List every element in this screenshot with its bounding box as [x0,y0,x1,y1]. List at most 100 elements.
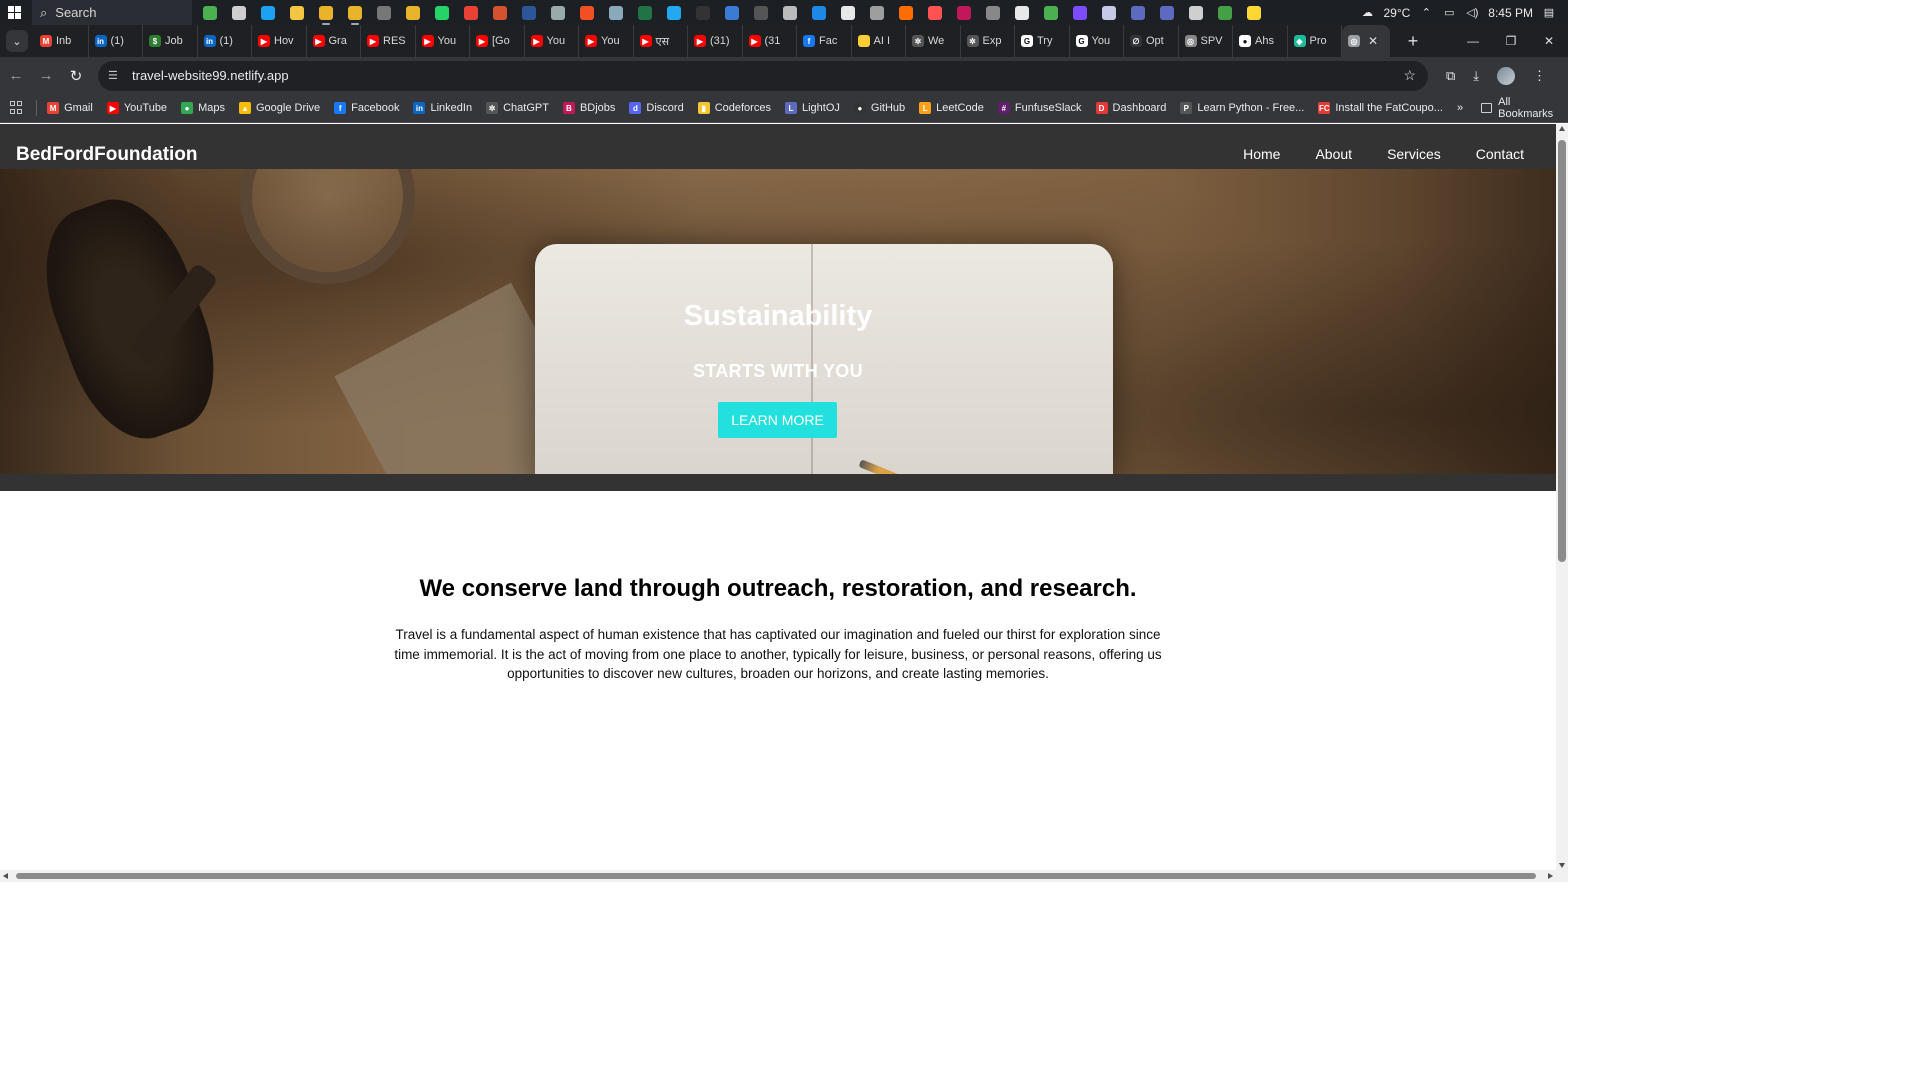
taskbar-app[interactable] [461,4,481,22]
close-tab-icon[interactable]: ✕ [1368,34,1378,48]
browser-tab[interactable]: ▶ एस [634,25,688,57]
browser-tab[interactable]: ∅ Opt [1124,25,1179,57]
taskbar-app[interactable] [1099,4,1119,22]
taskbar-app[interactable] [838,4,858,22]
taskbar-app[interactable] [1012,4,1032,22]
taskbar-app[interactable] [403,4,423,22]
taskbar-app[interactable] [867,4,887,22]
restore-button[interactable]: ❐ [1492,25,1530,57]
bookmark-item[interactable]: FC Install the FatCoupo... [1318,102,1443,114]
bookmark-item[interactable]: ▶ YouTube [106,102,167,114]
taskbar-app[interactable] [374,4,394,22]
taskbar-app[interactable] [664,4,684,22]
vertical-scrollbar[interactable] [1556,124,1568,870]
active-tab[interactable]: ◎ ✕ [1342,25,1390,57]
taskbar-app[interactable] [1244,4,1264,22]
bookmark-item[interactable]: M Gmail [47,102,93,114]
scroll-right-icon[interactable] [1548,873,1553,879]
browser-tab[interactable]: f Fac [797,25,852,57]
nav-link-contact[interactable]: Contact [1476,146,1524,162]
bookmark-item[interactable]: ● Maps [181,102,225,114]
profile-avatar[interactable] [1497,66,1516,85]
taskbar-app[interactable] [287,4,307,22]
bookmark-item[interactable]: B BDjobs [562,102,615,114]
nav-link-about[interactable]: About [1315,146,1352,162]
horizontal-scroll-thumb[interactable] [16,873,1536,879]
taskbar-app[interactable] [635,4,655,22]
weather-temp[interactable]: 29°C [1383,6,1410,20]
back-button[interactable]: ← [2,62,30,90]
taskbar-app[interactable] [954,4,974,22]
taskbar-app[interactable] [1070,4,1090,22]
extensions-icon[interactable]: ⧉ [1446,68,1455,84]
taskbar-app[interactable] [519,4,539,22]
taskbar-app[interactable] [780,4,800,22]
bookmark-item[interactable]: # FunfuseSlack [997,102,1082,114]
browser-tab[interactable]: ▶ You [416,25,470,57]
download-icon[interactable]: ⤓ [1473,68,1479,84]
browser-tab[interactable]: M Inb [34,25,89,57]
start-button[interactable] [0,0,28,25]
taskbar-search[interactable]: ⌕ Search [32,0,192,25]
bookmark-item[interactable]: f Facebook [334,102,399,114]
taskbar-app[interactable] [1157,4,1177,22]
tab-search-button[interactable]: ⌄ [6,30,28,52]
taskbar-app[interactable] [925,4,945,22]
browser-tab[interactable]: ▶ You [525,25,579,57]
taskbar-app[interactable] [229,4,249,22]
taskbar-app[interactable] [983,4,1003,22]
browser-tab[interactable]: G Try [1015,25,1070,57]
bookmark-item[interactable]: L LeetCode [919,102,984,114]
taskbar-app[interactable] [200,4,220,22]
taskbar-app[interactable] [548,4,568,22]
new-tab-button[interactable]: + [1400,28,1426,54]
taskbar-app[interactable] [751,4,771,22]
site-info-icon[interactable]: ☰ [108,69,124,82]
taskbar-app[interactable] [809,4,829,22]
bookmark-item[interactable]: ▲ Google Drive [238,102,320,114]
bookmark-item[interactable]: ▮ Codeforces [697,102,771,114]
browser-tab[interactable]: in (1) [198,25,252,57]
bookmark-item[interactable]: ● GitHub [853,102,905,114]
browser-tab[interactable]: ✲ We [906,25,961,57]
vertical-scroll-thumb[interactable] [1558,140,1566,562]
taskbar-app[interactable] [432,4,452,22]
taskbar-app[interactable] [316,4,336,25]
nav-link-home[interactable]: Home [1243,146,1280,162]
scroll-up-icon[interactable] [1559,126,1565,131]
network-icon[interactable]: ▭ [1442,7,1456,19]
browser-tab[interactable]: ▶ You [579,25,634,57]
taskbar-app[interactable] [490,4,510,22]
bookmark-item[interactable]: P Learn Python - Free... [1180,102,1304,114]
url-text[interactable]: travel-website99.netlify.app [132,68,289,83]
clock[interactable]: 8:45 PM [1488,6,1533,20]
browser-tab[interactable]: ▶ (31 [743,25,797,57]
site-brand[interactable]: BedFordFoundation [16,144,198,166]
scroll-down-icon[interactable] [1559,863,1565,868]
nav-link-services[interactable]: Services [1387,146,1441,162]
notification-icon[interactable]: ▤ [1542,7,1556,19]
close-window-button[interactable]: ✕ [1530,25,1568,57]
taskbar-app[interactable] [1041,4,1061,22]
browser-tab[interactable]: ◆ Pro [1288,25,1342,57]
browser-tab[interactable]: ▶ Hov [252,25,307,57]
taskbar-app[interactable] [258,4,278,22]
bookmark-item[interactable]: d Discord [629,102,684,114]
bookmark-item[interactable]: in LinkedIn [413,102,472,114]
bookmark-item[interactable]: ✲ ChatGPT [486,102,549,114]
browser-tab[interactable]: ▶ (31) [688,25,743,57]
browser-tab[interactable]: in (1) [89,25,143,57]
taskbar-app[interactable] [577,4,597,22]
taskbar-app[interactable] [693,4,713,22]
taskbar-app[interactable] [1186,4,1206,22]
browser-tab[interactable]: ◎ SPV [1179,25,1233,57]
browser-tab[interactable]: ▶ [Go [470,25,525,57]
scroll-left-icon[interactable] [3,873,8,879]
taskbar-app[interactable] [896,4,916,22]
browser-tab[interactable]: ▶ Gra [307,25,361,57]
taskbar-app[interactable] [1215,4,1235,22]
horizontal-scrollbar[interactable] [0,870,1568,882]
taskbar-app[interactable] [1128,4,1148,22]
browser-tab[interactable]: ✲ Exp [961,25,1015,57]
apps-grid-icon[interactable] [10,101,22,115]
